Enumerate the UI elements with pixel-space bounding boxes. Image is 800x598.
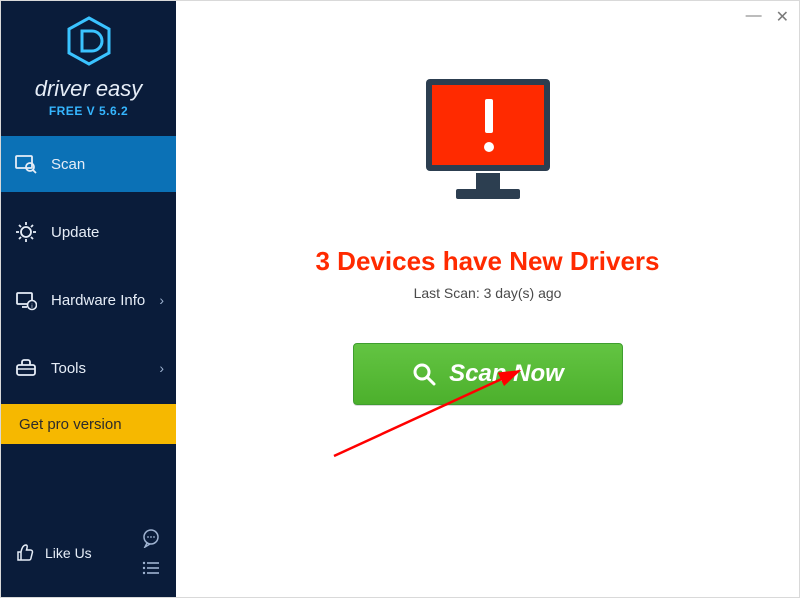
- nav-label: Tools: [51, 360, 86, 377]
- search-icon: [411, 361, 437, 387]
- feedback-icon[interactable]: [140, 527, 162, 549]
- last-scan-text: Last Scan: 3 day(s) ago: [414, 285, 562, 301]
- app-window: — ✕ driver easy FREE V 5.6.2: [0, 0, 800, 598]
- sidebar-nav: Scan Update: [1, 136, 176, 396]
- brand-version: FREE V 5.6.2: [1, 104, 176, 118]
- like-us-label[interactable]: Like Us: [45, 545, 92, 561]
- main-panel: 3 Devices have New Drivers Last Scan: 3 …: [176, 1, 799, 597]
- scan-now-button[interactable]: Scan Now: [353, 343, 623, 405]
- gear-icon: [15, 221, 37, 243]
- nav-label: Hardware Info: [51, 292, 145, 309]
- status-headline: 3 Devices have New Drivers: [316, 246, 660, 277]
- hardware-info-icon: i: [15, 289, 37, 311]
- sidebar-footer: Like Us: [1, 515, 176, 597]
- chevron-right-icon: ›: [159, 292, 164, 308]
- scan-icon: [15, 153, 37, 175]
- svg-text:i: i: [31, 303, 32, 310]
- nav-label: Update: [51, 224, 99, 241]
- footer-right-icons: [140, 527, 162, 579]
- monitor-warning-icon: [408, 69, 568, 224]
- logo-icon: [63, 15, 115, 72]
- logo-block: driver easy FREE V 5.6.2: [1, 1, 176, 126]
- sidebar-item-hardware[interactable]: i Hardware Info ›: [1, 272, 176, 328]
- pro-button-label: Get pro version: [19, 416, 122, 433]
- menu-list-icon[interactable]: [140, 557, 162, 579]
- toolbox-icon: [15, 357, 37, 379]
- chevron-right-icon: ›: [159, 360, 164, 376]
- nav-label: Scan: [51, 156, 85, 173]
- sidebar: driver easy FREE V 5.6.2 Scan: [1, 1, 176, 597]
- thumbs-up-icon[interactable]: [15, 543, 35, 563]
- sidebar-item-scan[interactable]: Scan: [1, 136, 176, 192]
- sidebar-item-tools[interactable]: Tools ›: [1, 340, 176, 396]
- get-pro-button[interactable]: Get pro version: [1, 404, 176, 444]
- sidebar-item-update[interactable]: Update: [1, 204, 176, 260]
- status-graphic: 3 Devices have New Drivers Last Scan: 3 …: [316, 69, 660, 301]
- brand-name: driver easy: [1, 76, 176, 102]
- scan-button-label: Scan Now: [449, 360, 564, 388]
